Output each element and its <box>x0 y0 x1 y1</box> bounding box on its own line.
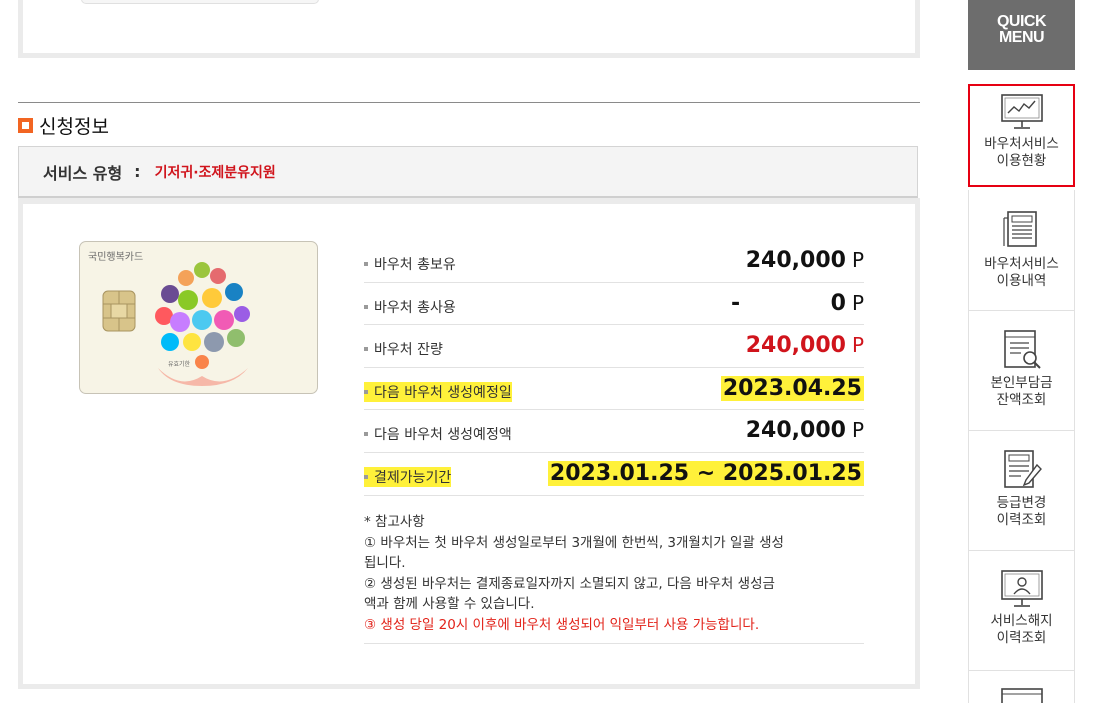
service-type-label: 서비스 유형 <box>43 163 123 183</box>
quick-menu: QUICK MENU 바우처서비스 이용현황 바우처서비스 이용내역 본인부담금… <box>968 0 1075 703</box>
section-title: 신청정보 <box>39 115 109 138</box>
reference-notes: * 참고사항 ① 바우처는 첫 바우처 생성일로부터 3개월에 한번씩, 3개월… <box>364 512 864 644</box>
point-unit: P <box>851 290 864 315</box>
quick-menu-label-line-1: 본인부담금 <box>990 375 1053 391</box>
quick-menu-title-line-1: QUICK <box>996 13 1047 30</box>
note-1-line-2: 됩니다. <box>364 555 406 571</box>
quick-menu-label-line-2: 잔액조회 <box>996 391 1047 408</box>
balance-value: 240,000 <box>745 333 846 359</box>
voucher-info-body: 국민행복카드 유효기한 바우처 총보유 240,000 P 바우처 총사용 - … <box>23 204 915 684</box>
note-2-line-2: 액과 함께 사용할 수 있습니다. <box>364 596 535 612</box>
quick-menu-termination-history[interactable]: 서비스해지 이력조회 <box>968 551 1075 671</box>
row-total-held: 바우처 총보유 240,000 P <box>364 240 864 283</box>
row-label: 다음 바우처 생성예정일 <box>374 384 512 401</box>
quick-menu-next-item[interactable] <box>968 671 1075 703</box>
quick-menu-label-line-2: 이용내역 <box>996 272 1047 289</box>
quick-menu-label-line-1: 바우처서비스 <box>984 256 1059 272</box>
quick-menu-header: QUICK MENU <box>968 0 1075 70</box>
next-amount-value: 240,000 <box>745 418 846 444</box>
point-unit: P <box>851 248 864 272</box>
previous-panel-field <box>81 0 319 4</box>
service-type-colon: : <box>134 162 141 181</box>
quick-menu-label-line-2: 이력조회 <box>996 629 1047 646</box>
card-tree-illustration <box>155 262 250 386</box>
bullet-icon <box>364 262 368 266</box>
bullet-icon <box>364 347 368 352</box>
total-used-value: 0 <box>830 290 846 316</box>
section-header: 신청정보 <box>18 112 109 138</box>
section-divider <box>18 102 920 103</box>
note-1-line-1: ① 바우처는 첫 바우처 생성일로부터 3개월에 한번씩, 3개월치가 일괄 생… <box>364 534 784 551</box>
voucher-summary-list: 바우처 총보유 240,000 P 바우처 총사용 - 0P 바우처 잔량 240… <box>364 240 864 496</box>
row-label: 바우처 잔량 <box>374 342 443 359</box>
bullet-icon <box>364 432 368 437</box>
quick-menu-label-line-1: 등급변경 <box>996 495 1047 511</box>
quick-menu-grade-change-history[interactable]: 등급변경 이력조회 <box>968 431 1075 551</box>
row-label: 다음 바우처 생성예정액 <box>374 427 512 444</box>
previous-panel-body <box>23 0 915 53</box>
row-label: 결제가능기간 <box>374 469 452 486</box>
bullet-icon <box>364 389 368 394</box>
monitor-icon <box>1000 688 1043 703</box>
card-chip-icon <box>102 290 136 332</box>
service-type-value: 기저귀·조제분유지원 <box>154 164 276 181</box>
total-held-value: 240,000 <box>745 248 846 273</box>
note-2-line-1: ② 생성된 바우처는 결제종료일자까지 소멸되지 않고, 다음 바우처 생성금 <box>364 575 775 592</box>
quick-menu-title-line-2: MENU <box>998 29 1045 46</box>
point-unit: P <box>851 333 864 358</box>
row-balance: 바우처 잔량 240,000 P <box>364 325 864 368</box>
quick-menu-voucher-history[interactable]: 바우처서비스 이용내역 <box>968 190 1075 311</box>
minus-sign: - <box>731 290 741 316</box>
quick-menu-label-line-1: 바우처서비스 <box>984 136 1059 152</box>
quick-menu-voucher-status[interactable]: 바우처서비스 이용현황 <box>968 84 1075 187</box>
row-label: 바우처 총사용 <box>374 299 456 316</box>
quick-menu-copay-balance[interactable]: 본인부담금 잔액조회 <box>968 311 1075 431</box>
bullet-icon <box>364 474 368 479</box>
happiness-card-image: 국민행복카드 유효기한 <box>79 241 318 394</box>
bullet-icon <box>364 304 368 309</box>
previous-panel <box>18 0 920 58</box>
monitor-chart-icon <box>1000 94 1043 129</box>
quick-menu-label-line-1: 서비스해지 <box>990 613 1053 629</box>
card-small-text: 유효기한 <box>168 361 191 368</box>
row-payment-period: 결제가능기간 2023.01.25 ~ 2025.01.25 <box>364 453 864 496</box>
document-list-icon <box>1002 211 1037 247</box>
point-unit: P <box>851 418 864 443</box>
card-brand-text: 국민행복카드 <box>88 252 144 263</box>
row-next-date: 다음 바우처 생성예정일 2023.04.25 <box>364 368 864 411</box>
service-type-bar: 서비스 유형 : 기저귀·조제분유지원 <box>18 146 918 198</box>
monitor-user-icon <box>1000 570 1043 607</box>
section-bullet-icon <box>18 117 33 133</box>
payment-period-value: 2023.01.25 ~ 2025.01.25 <box>547 460 864 486</box>
row-total-used: 바우처 총사용 - 0P <box>364 283 864 326</box>
row-label: 바우처 총보유 <box>374 257 456 273</box>
row-next-amount: 다음 바우처 생성예정액 240,000 P <box>364 410 864 453</box>
document-search-icon <box>1003 330 1041 369</box>
notes-heading: * 참고사항 <box>364 514 425 530</box>
document-edit-icon <box>1003 450 1042 488</box>
voucher-info-panel: 국민행복카드 유효기한 바우처 총보유 240,000 P 바우처 총사용 - … <box>18 198 920 689</box>
quick-menu-label-line-2: 이용현황 <box>996 152 1047 169</box>
next-date-value: 2023.04.25 <box>720 375 864 401</box>
note-3: ③ 생성 당일 20시 이후에 바우처 생성되어 익일부터 사용 가능합니다. <box>364 616 760 633</box>
quick-menu-label-line-2: 이력조회 <box>996 511 1047 528</box>
